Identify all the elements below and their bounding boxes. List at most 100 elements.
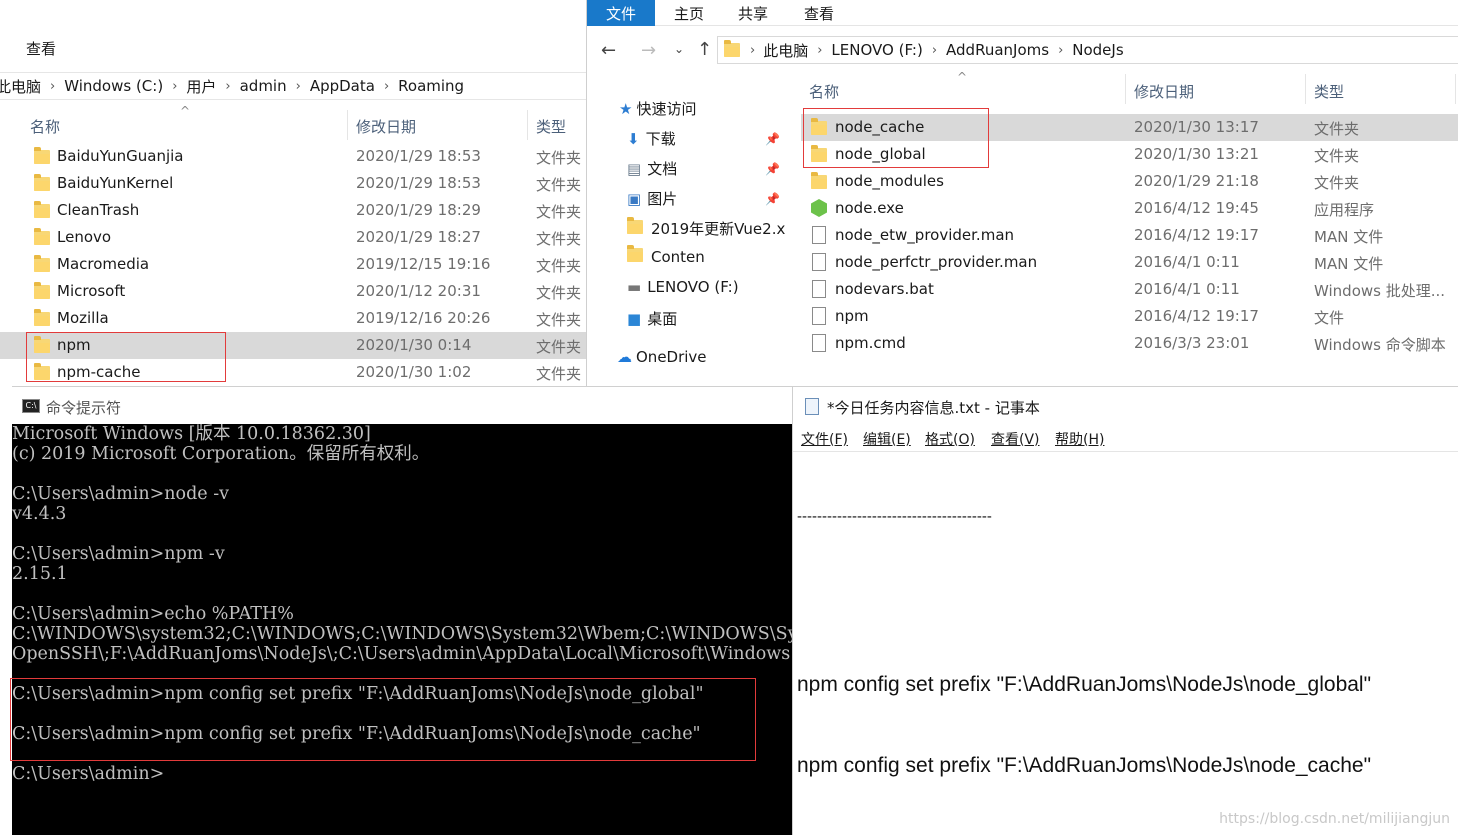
crumb-nodejs[interactable]: NodeJs [1072,41,1123,59]
menu-file[interactable]: 文件(F) [801,429,848,449]
file-date: 2020/1/30 1:02 [356,363,472,381]
file-date: 2020/1/12 20:31 [356,282,481,300]
nav-label: 桌面 [647,310,678,328]
download-icon: ⬇ [627,130,640,148]
file-type: 文件夹 [536,365,582,383]
menu-view[interactable]: 查看(V) [991,429,1040,449]
file-icon [812,307,826,325]
nav-quick-access[interactable]: ★ 快速访问 [619,98,696,119]
notepad-menu-bar: 文件(F) 编辑(E) 格式(O) 查看(V) 帮助(H) [793,426,1458,452]
column-name[interactable]: 名称 [809,81,839,102]
address-bar[interactable]: › 此电脑 › LENOVO (F:) › AddRuanJoms › Node… [717,36,1458,64]
file-row[interactable]: node_modules 2020/1/29 21:18 文件夹 [801,168,1458,195]
crumb-addruanjoms[interactable]: AddRuanJoms [946,41,1049,59]
file-row[interactable]: CleanTrash 2020/1/29 18:29 文件夹 [0,197,586,224]
nav-desktop[interactable]: ■ 桌面 [627,308,677,329]
cmd-file-icon [812,334,826,352]
folder-icon [34,228,50,245]
chevron-right-icon: › [1058,42,1064,58]
cmd-title-bar: C:\ 命令提示符 [12,386,792,424]
tab-share[interactable]: 共享 [738,3,768,24]
crumb-drive-c[interactable]: Windows (C:) [64,77,163,95]
command-prompt-window[interactable]: C:\ 命令提示符 Microsoft Windows [版本 10.0.183… [10,386,892,835]
column-type[interactable]: 类型 [1314,81,1344,102]
file-row[interactable]: node.exe 2016/4/12 19:45 应用程序 [801,195,1458,222]
column-date[interactable]: 修改日期 [356,116,416,137]
nav-downloads[interactable]: ⬇ 下载 [627,128,676,149]
file-name: npm.cmd [835,334,906,352]
file-row[interactable]: node_perfctr_provider.man 2016/4/1 0:11 MA… [801,249,1458,276]
file-date: 2016/4/12 19:17 [1134,226,1259,244]
tab-home[interactable]: 主页 [674,3,704,24]
tab-file[interactable]: 文件 [587,0,655,26]
address-bar[interactable]: 此电脑 › Windows (C:) › 用户 › admin › AppDat… [0,72,586,100]
file-name: Mozilla [57,309,109,327]
folder-icon [627,217,643,234]
menu-edit[interactable]: 编辑(E) [863,429,911,449]
pin-icon[interactable]: 📌 [765,132,780,146]
drive-icon: ▬ [627,278,642,296]
crumb-admin[interactable]: admin [240,77,287,95]
file-row[interactable]: Lenovo 2020/1/29 18:27 文件夹 [0,224,586,251]
highlight-box-node-folders [803,108,989,168]
file-date: 2020/1/29 18:29 [356,201,481,219]
nav-conten[interactable]: Conten [627,245,705,266]
watermark: https://blog.csdn.net/milijiangjun [1219,811,1450,827]
console-line: C:\Users\admin>echo %PATH% [12,604,294,624]
menu-format[interactable]: 格式(O) [925,429,975,449]
file-row[interactable]: Mozilla 2019/12/16 20:26 文件夹 [0,305,586,332]
file-type: 文件夹 [536,203,582,221]
recent-chevron-icon[interactable]: ⌄ [674,42,684,56]
file-date: 2020/1/29 18:53 [356,147,481,165]
chevron-right-icon: › [817,42,823,58]
menu-help[interactable]: 帮助(H) [1055,429,1104,449]
file-row[interactable]: BaiduYunGuanjia 2020/1/29 18:53 文件夹 [0,143,586,170]
notepad-app-icon [805,398,819,415]
file-row[interactable]: npm.cmd 2016/3/3 23:01 Windows 命令脚本 [801,330,1458,357]
file-row[interactable]: Macromedia 2019/12/15 19:16 文件夹 [0,251,586,278]
nav-onedrive[interactable]: ☁ OneDrive [617,348,707,366]
crumb-roaming[interactable]: Roaming [398,77,464,95]
file-row[interactable]: nodevars.bat 2016/4/1 0:11 Windows 批处理... [801,276,1458,303]
crumb-this-pc[interactable]: 此电脑 [0,76,41,97]
file-name: BaiduYunKernel [57,174,174,192]
notepad-text-area[interactable]: --------------------------------------- … [797,454,1371,833]
file-name: Lenovo [57,228,112,246]
file-row[interactable]: node_etw_provider.man 2016/4/12 19:17 MAN … [801,222,1458,249]
nav-drive-f[interactable]: ▬ LENOVO (F:) [627,278,739,296]
chevron-right-icon: › [931,42,938,58]
up-arrow-icon[interactable]: ↑ [697,39,712,60]
nav-pictures[interactable]: ▣ 图片 [627,188,677,209]
highlight-box-npm-config [10,678,756,761]
crumb-appdata[interactable]: AppData [310,77,375,95]
file-date: 2019/12/15 19:16 [356,255,491,273]
crumb-users[interactable]: 用户 [186,76,216,97]
pin-icon[interactable]: 📌 [765,162,780,176]
column-type[interactable]: 类型 [536,116,566,137]
file-row[interactable]: BaiduYunKernel 2020/1/29 18:53 文件夹 [0,170,586,197]
nav-label: 快速访问 [636,100,697,118]
file-row[interactable]: Microsoft 2020/1/12 20:31 文件夹 [0,278,586,305]
column-name[interactable]: 名称 [30,116,60,137]
forward-arrow-icon[interactable]: → [641,40,656,61]
chevron-right-icon: › [172,78,178,94]
file-row[interactable]: npm 2016/4/12 19:17 文件 [801,303,1458,330]
column-date[interactable]: 修改日期 [1134,81,1194,102]
crumb-drive-f[interactable]: LENOVO (F:) [831,41,922,59]
file-type: 文件夹 [1314,174,1360,192]
nav-vue-folder[interactable]: 2019年更新Vue2.x [627,217,785,239]
file-date: 2020/1/29 18:27 [356,228,481,246]
back-arrow-icon[interactable]: ← [601,40,616,61]
nav-documents[interactable]: ▤ 文档 [627,158,677,179]
file-type: Windows 批处理... [1314,282,1446,300]
tab-view[interactable]: 查看 [804,3,834,24]
nav-label: LENOVO (F:) [647,278,739,296]
bat-file-icon [812,280,826,298]
nav-label: Conten [651,248,705,266]
menu-view[interactable]: 查看 [26,38,56,59]
text-line [797,590,1371,617]
crumb-this-pc[interactable]: 此电脑 [763,40,808,61]
pin-icon[interactable]: 📌 [765,192,780,206]
file-type: 文件夹 [536,284,582,302]
folder-icon [34,255,50,272]
